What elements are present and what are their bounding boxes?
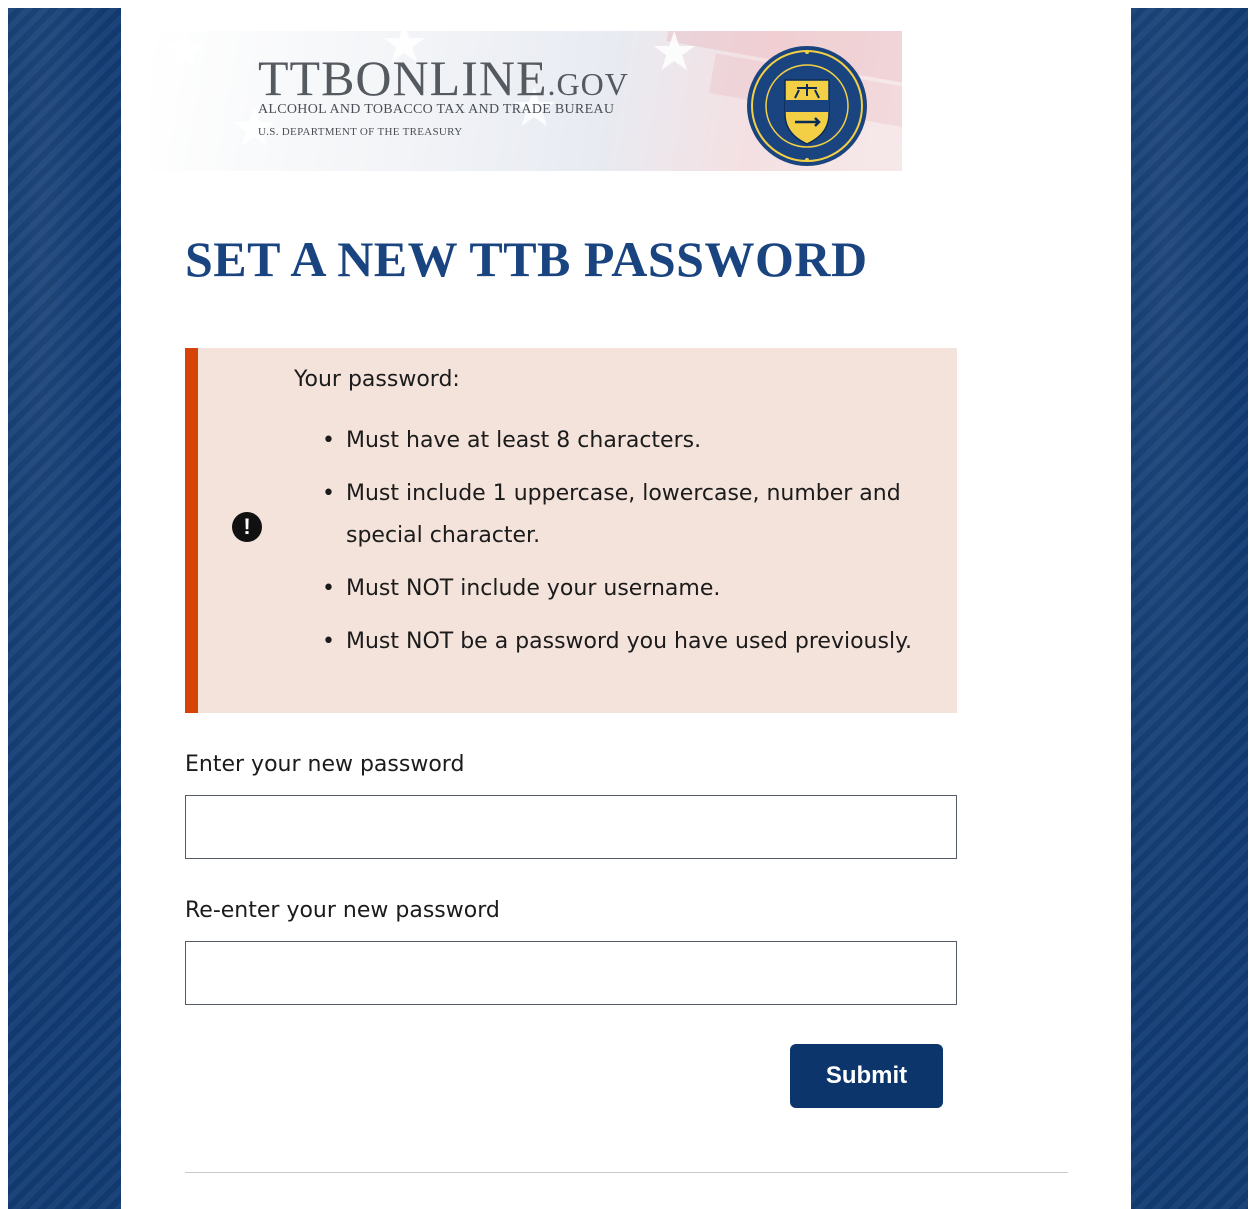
bullet-icon: • (322, 576, 335, 601)
new-password-field[interactable] (185, 795, 957, 859)
logo-gov-text: .GOV (547, 66, 629, 102)
rule-text: Must include 1 uppercase, lowercase, num… (346, 481, 901, 548)
header-banner: ★ ★ ★ ★ ★ TTBONLINE.GOV ALCOHOL AND TOBA… (150, 31, 902, 171)
rule-text: Must NOT be a password you have used pre… (346, 629, 912, 654)
logo-department-text: U.S. DEPARTMENT OF THE TREASURY (258, 126, 463, 138)
logo-bureau-text: ALCOHOL AND TOBACCO TAX AND TRADE BUREAU (258, 102, 615, 117)
ttb-seal-icon (747, 46, 867, 166)
password-rules-list: • Must have at least 8 characters. • Must … (318, 420, 918, 674)
right-background-panel (1131, 8, 1248, 1209)
list-item: • Must NOT be a password you have used pr… (318, 621, 918, 663)
list-item: • Must have at least 8 characters. (318, 420, 918, 462)
list-item: • Must include 1 uppercase, lowercase, nu… (318, 473, 918, 557)
site-logo[interactable]: TTBONLINE.GOV (258, 49, 629, 107)
star-icon: ★ (650, 31, 699, 82)
star-icon: ★ (160, 31, 209, 80)
submit-button[interactable]: Submit (790, 1044, 943, 1108)
bullet-icon: • (322, 629, 335, 654)
logo-main-text: TTBONLINE (258, 50, 548, 106)
rule-text: Must NOT include your username. (346, 576, 721, 601)
password-requirements-alert: ! Your password: • Must have at least 8 c… (185, 348, 957, 713)
page-title: SET A NEW TTB PASSWORD (185, 231, 868, 287)
confirm-password-label: Re-enter your new password (185, 898, 500, 923)
new-password-label: Enter your new password (185, 752, 465, 777)
list-item: • Must NOT include your username. (318, 568, 918, 610)
left-background-panel (8, 8, 121, 1209)
divider (185, 1172, 1068, 1173)
bullet-icon: • (322, 428, 335, 453)
exclamation-icon: ! (232, 512, 262, 542)
bullet-icon: • (322, 481, 335, 506)
rule-text: Must have at least 8 characters. (346, 428, 702, 453)
confirm-password-field[interactable] (185, 941, 957, 1005)
alert-heading: Your password: (294, 367, 460, 392)
